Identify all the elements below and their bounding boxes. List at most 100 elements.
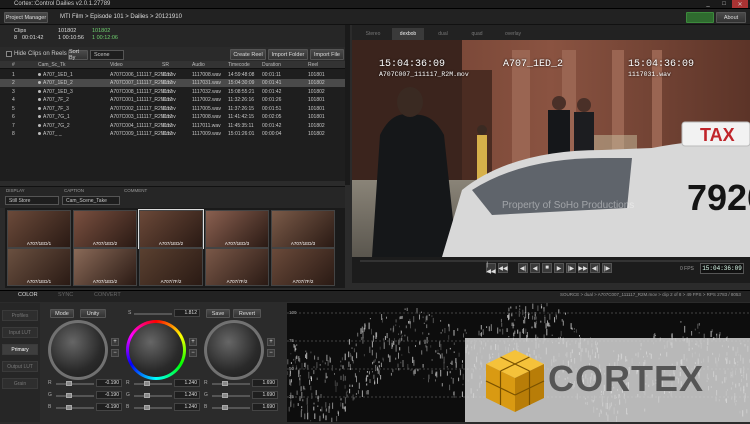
stop-button[interactable]: ■: [542, 263, 552, 273]
channel-slider[interactable]: [134, 407, 172, 409]
close-button[interactable]: ✕: [732, 0, 748, 8]
channel-slider[interactable]: [56, 407, 94, 409]
slider-handle[interactable]: [66, 405, 72, 410]
step-back-button[interactable]: ◀|: [518, 263, 528, 273]
about-button[interactable]: About: [716, 12, 746, 23]
channel-slider[interactable]: [56, 395, 94, 397]
create-reel-button[interactable]: Create Reel: [230, 49, 266, 60]
play-reverse-button[interactable]: ◀: [530, 263, 540, 273]
save-button[interactable]: Save: [206, 309, 230, 318]
still-thumbnail[interactable]: A707/1ED/3: [271, 210, 335, 248]
saturation-slider[interactable]: [134, 313, 172, 315]
tab-convert[interactable]: CONVERT: [94, 292, 121, 298]
revert-button[interactable]: Revert: [233, 309, 261, 318]
hide-clips-checkbox[interactable]: [6, 51, 12, 57]
play-button[interactable]: ▶: [554, 263, 564, 273]
mark-in-button[interactable]: ◀|: [590, 263, 600, 273]
still-thumbnail[interactable]: A707/7F/2: [139, 248, 203, 286]
decrease-button[interactable]: −: [267, 349, 275, 357]
increase-button[interactable]: +: [111, 338, 119, 346]
increase-button[interactable]: +: [267, 338, 275, 346]
project-manager-button[interactable]: Project Manager: [4, 12, 48, 23]
channel-slider[interactable]: [212, 395, 250, 397]
channel-value[interactable]: -0.190: [96, 379, 122, 387]
channel-slider[interactable]: [212, 407, 250, 409]
scrub-track[interactable]: [360, 260, 740, 262]
slider-handle[interactable]: [66, 393, 72, 398]
mode-button[interactable]: Mode: [50, 309, 74, 318]
display-select[interactable]: Still Store: [5, 196, 59, 205]
side-menu-item[interactable]: Output LUT: [2, 361, 38, 372]
still-thumbnail[interactable]: A707/1ED/2: [73, 248, 137, 286]
col-header-reel[interactable]: Reel: [308, 62, 318, 68]
channel-value[interactable]: 1.690: [252, 391, 278, 399]
col-header-video[interactable]: Video: [110, 62, 123, 68]
go-to-start-button[interactable]: |◀◀: [486, 263, 496, 273]
slider-handle[interactable]: [144, 393, 150, 398]
timecode-display[interactable]: 15:04:36:09: [700, 263, 744, 274]
still-thumbnail[interactable]: A707/1ED/3: [205, 210, 269, 248]
minimize-button[interactable]: _: [700, 0, 716, 8]
gamma-wheel-center[interactable]: [129, 323, 183, 377]
side-menu-item[interactable]: Grain: [2, 378, 38, 389]
col-header-cam[interactable]: Cam_Sc_Tk: [38, 62, 66, 68]
gain-wheel-center[interactable]: [207, 323, 261, 377]
channel-value[interactable]: -0.190: [96, 391, 122, 399]
maximize-button[interactable]: □: [716, 0, 732, 8]
channel-value[interactable]: 1.690: [252, 379, 278, 387]
status-button[interactable]: [686, 12, 714, 23]
slider-handle[interactable]: [66, 381, 72, 386]
channel-slider[interactable]: [56, 383, 94, 385]
channel-value[interactable]: 1.240: [174, 379, 200, 387]
slider-handle[interactable]: [222, 381, 228, 386]
tab-sync[interactable]: SYNC: [58, 292, 73, 298]
tab-dual[interactable]: dual: [428, 28, 458, 40]
mark-out-button[interactable]: |▶: [602, 263, 612, 273]
col-header-sr[interactable]: SR: [162, 62, 169, 68]
fast-forward-button[interactable]: ▶▶: [578, 263, 588, 273]
col-header-index[interactable]: #: [12, 62, 15, 68]
side-menu-item[interactable]: Input LUT: [2, 327, 38, 338]
slider-handle[interactable]: [144, 405, 150, 410]
import-file-button[interactable]: Import File: [310, 49, 344, 60]
still-thumbnail[interactable]: A707/1ED/2: [139, 210, 203, 248]
rewind-button[interactable]: ◀◀: [498, 263, 508, 273]
saturation-value[interactable]: 1.812: [174, 309, 200, 317]
tab-stereo[interactable]: Stereo: [358, 28, 388, 40]
channel-slider[interactable]: [212, 383, 250, 385]
tab-overlay[interactable]: overlay: [496, 28, 530, 40]
step-forward-button[interactable]: |▶: [566, 263, 576, 273]
channel-value[interactable]: 1.690: [252, 403, 278, 411]
decrease-button[interactable]: −: [189, 349, 197, 357]
table-scrollbar[interactable]: [345, 25, 350, 185]
increase-button[interactable]: +: [189, 338, 197, 346]
channel-value[interactable]: 1.240: [174, 391, 200, 399]
channel-slider[interactable]: [134, 383, 172, 385]
lift-wheel-center[interactable]: [51, 323, 105, 377]
sort-by-select[interactable]: Scene: [90, 50, 124, 60]
import-folder-button[interactable]: Import Folder: [268, 49, 308, 60]
still-thumbnail[interactable]: A707/1ED/1: [7, 210, 71, 248]
decrease-button[interactable]: −: [111, 349, 119, 357]
still-thumbnail[interactable]: A707/1ED/1: [7, 248, 71, 286]
thumbs-scrollbar[interactable]: [340, 208, 345, 288]
still-thumbnail[interactable]: A707/7F/2: [205, 248, 269, 286]
col-header-audio[interactable]: Audio: [192, 62, 205, 68]
col-header-duration[interactable]: Duration: [262, 62, 281, 68]
side-menu-item[interactable]: Profiles: [2, 310, 38, 321]
channel-value[interactable]: -0.190: [96, 403, 122, 411]
caption-select[interactable]: Cam_Scene_Take: [62, 196, 120, 205]
slider-handle[interactable]: [144, 381, 150, 386]
slider-handle[interactable]: [222, 393, 228, 398]
slider-handle[interactable]: [222, 405, 228, 410]
still-thumbnail[interactable]: A707/7F/2: [271, 248, 335, 286]
tab-color[interactable]: COLOR: [18, 292, 38, 298]
col-header-timecode[interactable]: Timecode: [228, 62, 250, 68]
unity-button[interactable]: Unity: [80, 309, 106, 318]
side-menu-item[interactable]: Primary: [2, 344, 38, 355]
channel-slider[interactable]: [134, 395, 172, 397]
still-thumbnail[interactable]: A707/1ED/2: [73, 210, 137, 248]
channel-value[interactable]: 1.240: [174, 403, 200, 411]
tab-dexbob[interactable]: dexbob: [392, 28, 424, 40]
tab-quad[interactable]: quad: [462, 28, 492, 40]
